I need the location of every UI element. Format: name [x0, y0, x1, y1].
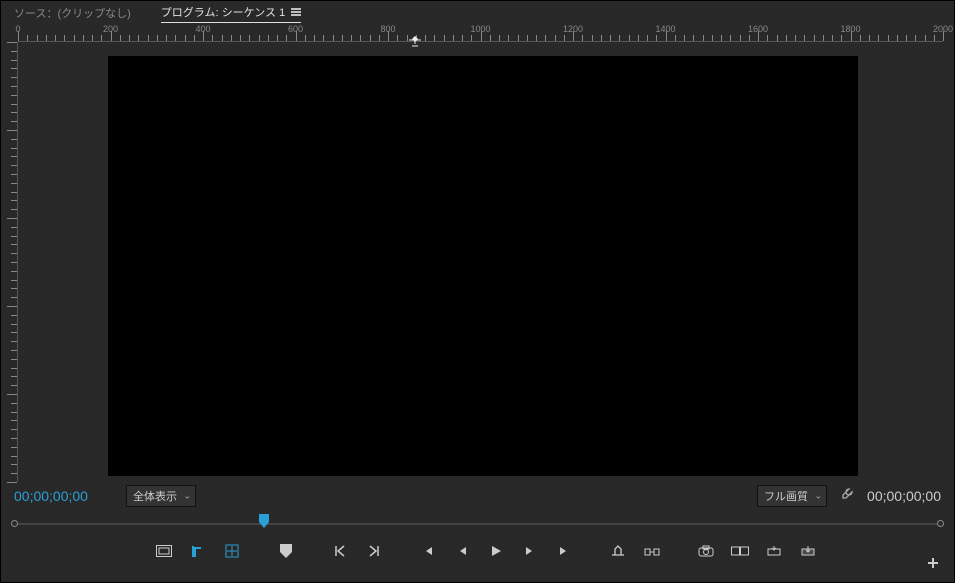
- safe-margins-button[interactable]: [150, 539, 178, 563]
- lift-button[interactable]: [604, 539, 632, 563]
- tab-program[interactable]: プログラム: シーケンス 1: [161, 4, 301, 23]
- tab-label: ソース：(クリップなし): [14, 5, 131, 21]
- chevron-down-icon: ⌄: [814, 491, 822, 502]
- info-row: 00;00;00;00 全体表示 ⌄ フル画質 ⌄ 00;00;00;00: [0, 482, 955, 510]
- overwrite-button[interactable]: [794, 539, 822, 563]
- ruler-area: 0200400600800100012001400160018002000: [0, 24, 955, 482]
- resolution-select[interactable]: フル画質 ⌄: [757, 485, 827, 507]
- step-forward-button[interactable]: [550, 539, 578, 563]
- button-editor-button[interactable]: [923, 553, 943, 573]
- settings-button[interactable]: [839, 487, 855, 506]
- resolution-selected-label: フル画質: [764, 491, 808, 503]
- insert-button[interactable]: [760, 539, 788, 563]
- tab-source[interactable]: ソース：(クリップなし): [14, 5, 131, 21]
- frame-forward-button[interactable]: [516, 539, 544, 563]
- playhead-marker[interactable]: [259, 514, 269, 528]
- horizontal-ruler[interactable]: 0200400600800100012001400160018002000: [18, 24, 943, 42]
- comparison-view-button[interactable]: [726, 539, 754, 563]
- ruler-playhead-indicator[interactable]: [408, 36, 422, 46]
- tab-label: プログラム: シーケンス 1: [161, 4, 285, 20]
- extract-button[interactable]: [638, 539, 666, 563]
- transport-controls: [0, 534, 955, 568]
- scrub-track: [14, 523, 941, 525]
- current-timecode[interactable]: 00;00;00;00: [14, 488, 114, 504]
- vertical-ruler[interactable]: [0, 42, 18, 482]
- step-back-button[interactable]: [414, 539, 442, 563]
- mark-in-button[interactable]: [184, 539, 212, 563]
- play-button[interactable]: [482, 539, 510, 563]
- frame-back-button[interactable]: [448, 539, 476, 563]
- mark-out-button[interactable]: [218, 539, 246, 563]
- add-marker-button[interactable]: [272, 539, 300, 563]
- chevron-down-icon: ⌄: [183, 491, 191, 502]
- export-frame-button[interactable]: [692, 539, 720, 563]
- zoom-selected-label: 全体表示: [133, 491, 177, 503]
- panel-tabs: ソース：(クリップなし) プログラム: シーケンス 1: [0, 0, 955, 24]
- program-viewport[interactable]: [108, 56, 858, 476]
- scrub-end-handle[interactable]: [937, 520, 944, 527]
- scrub-bar[interactable]: [14, 514, 941, 534]
- duration-timecode[interactable]: 00;00;00;00: [867, 488, 941, 504]
- go-to-out-button[interactable]: [360, 539, 388, 563]
- zoom-select[interactable]: 全体表示 ⌄: [126, 485, 196, 507]
- panel-menu-icon[interactable]: [291, 8, 301, 16]
- go-to-in-button[interactable]: [326, 539, 354, 563]
- scrub-start-handle[interactable]: [11, 520, 18, 527]
